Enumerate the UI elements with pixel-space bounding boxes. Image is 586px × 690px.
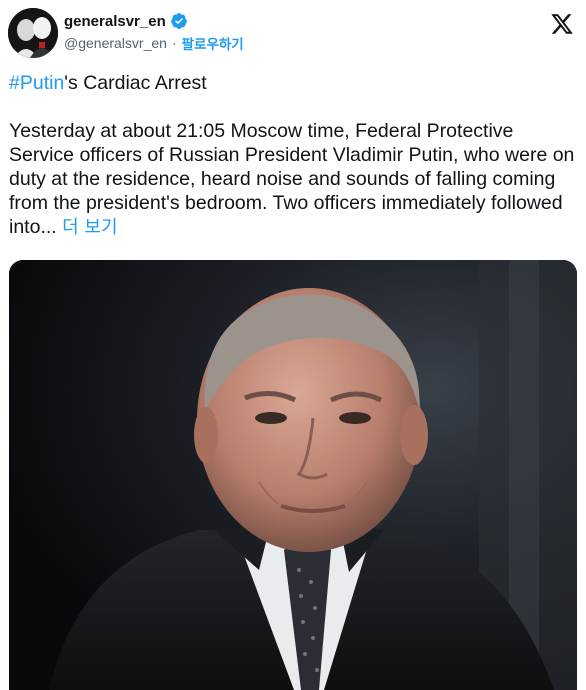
tweet-text: #Putin's Cardiac Arrest Yesterday at abo… [9, 71, 577, 240]
follow-button[interactable]: 팔로우하기 [182, 33, 244, 53]
show-more-link[interactable]: 더 보기 [62, 217, 117, 238]
meta-row: @generalsvr_en · 팔로우하기 [64, 33, 244, 53]
portrait-photo [9, 260, 577, 690]
tweet-body: Yesterday at about 21:05 Moscow time, Fe… [9, 119, 577, 240]
tweet-title: #Putin's Cardiac Arrest [9, 71, 577, 95]
separator-dot: · [171, 35, 177, 51]
display-name[interactable]: generalsvr_en [64, 13, 166, 30]
verified-badge-icon [170, 13, 187, 29]
avatar[interactable] [8, 8, 58, 58]
tweet-header: generalsvr_en @generalsvr_en · 팔로우하기 [8, 8, 578, 60]
hashtag-link[interactable]: #Putin [9, 72, 64, 94]
tweet-media[interactable] [9, 260, 577, 690]
avatar-image [8, 8, 58, 58]
tweet-title-text: 's Cardiac Arrest [64, 72, 207, 94]
x-logo-icon[interactable] [550, 12, 574, 36]
name-row: generalsvr_en [64, 12, 188, 30]
handle[interactable]: @generalsvr_en [64, 35, 167, 51]
